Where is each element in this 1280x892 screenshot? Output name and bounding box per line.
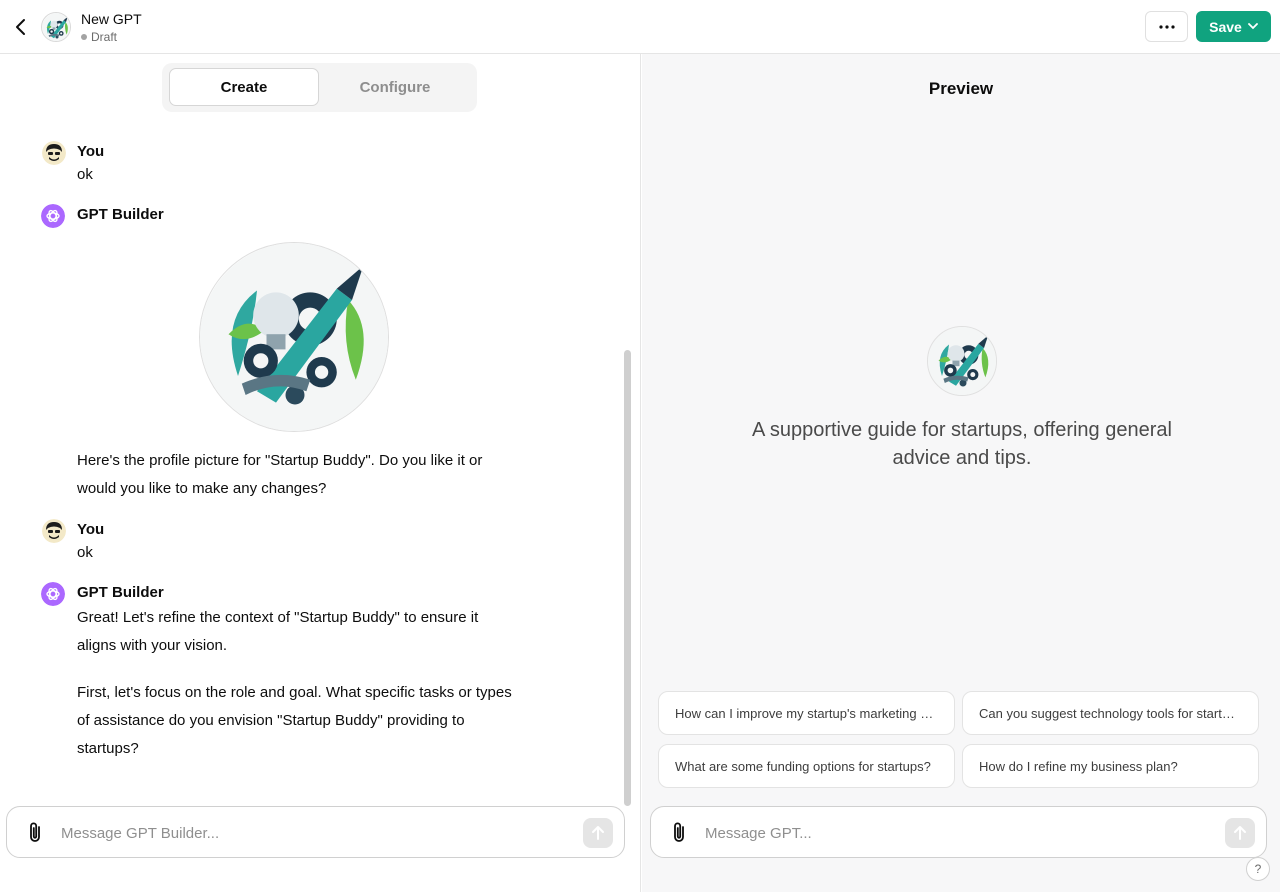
more-options-button[interactable] [1145, 11, 1188, 42]
preview-panel: Preview A supportive guide for startups,… [642, 54, 1280, 892]
preview-gpt-avatar [927, 326, 997, 396]
chat-scrollbar[interactable] [624, 350, 631, 806]
gpt-description: A supportive guide for startups, offerin… [752, 419, 1172, 469]
suggestion-chip[interactable]: How can I improve my startup's marketing… [658, 691, 955, 735]
paperclip-icon[interactable] [23, 821, 47, 845]
send-button[interactable] [1225, 818, 1255, 848]
tab-create[interactable]: Create [169, 68, 319, 106]
builder-panel: Create Configure You ok GPT Builder Here… [0, 54, 641, 892]
preview-title: Preview [928, 79, 994, 98]
message-text: ok [77, 544, 93, 561]
save-button[interactable]: Save [1196, 11, 1271, 42]
mode-tabs: Create Configure [162, 63, 477, 112]
user-avatar [42, 519, 66, 543]
arrow-up-icon [1234, 826, 1246, 840]
back-arrow-icon[interactable] [10, 15, 32, 39]
preview-composer [650, 806, 1267, 858]
user-avatar [42, 141, 66, 165]
arrow-up-icon [592, 826, 604, 840]
message-text: Great! Let's refine the context of "Star… [77, 609, 479, 654]
message-author: GPT Builder [77, 584, 164, 601]
gpt-title: New GPT [81, 11, 142, 27]
profile-picture-image[interactable] [199, 242, 389, 432]
top-bar: New GPT Draft Save [0, 0, 1280, 54]
builder-message-input[interactable] [61, 820, 571, 846]
suggestion-text: How do I refine my business plan? [979, 758, 1178, 774]
gpt-builder-avatar [41, 204, 65, 228]
gpt-avatar [41, 12, 71, 42]
message-text-followup: First, let's focus on the role and goal.… [77, 684, 512, 757]
message-text: Here's the profile picture for "Startup … [77, 452, 483, 497]
draft-status: Draft [81, 30, 117, 44]
gpt-builder-avatar [41, 582, 65, 606]
preview-message-input[interactable] [705, 820, 1205, 846]
builder-composer [6, 806, 625, 858]
suggestion-text: What are some funding options for startu… [675, 758, 931, 774]
help-button[interactable]: ? [1246, 857, 1270, 881]
message-author: GPT Builder [77, 206, 164, 223]
suggestion-chip[interactable]: How do I refine my business plan? [962, 744, 1259, 788]
status-dot-icon [81, 34, 87, 40]
ellipsis-icon [1158, 24, 1175, 29]
suggestion-text: How can I improve my startup's marketing… [675, 705, 938, 721]
save-label: Save [1209, 18, 1242, 35]
suggestion-text: Can you suggest technology tools for sta… [979, 705, 1242, 721]
suggestion-chip[interactable]: Can you suggest technology tools for sta… [962, 691, 1259, 735]
paperclip-icon[interactable] [667, 821, 691, 845]
message-author: You [77, 143, 105, 160]
status-label: Draft [91, 30, 118, 44]
send-button[interactable] [583, 818, 613, 848]
message-text: ok [77, 166, 93, 183]
suggestion-chip[interactable]: What are some funding options for startu… [658, 744, 955, 788]
tab-configure[interactable]: Configure [320, 68, 470, 106]
message-author: You [77, 521, 105, 538]
chevron-down-icon [1247, 23, 1258, 30]
